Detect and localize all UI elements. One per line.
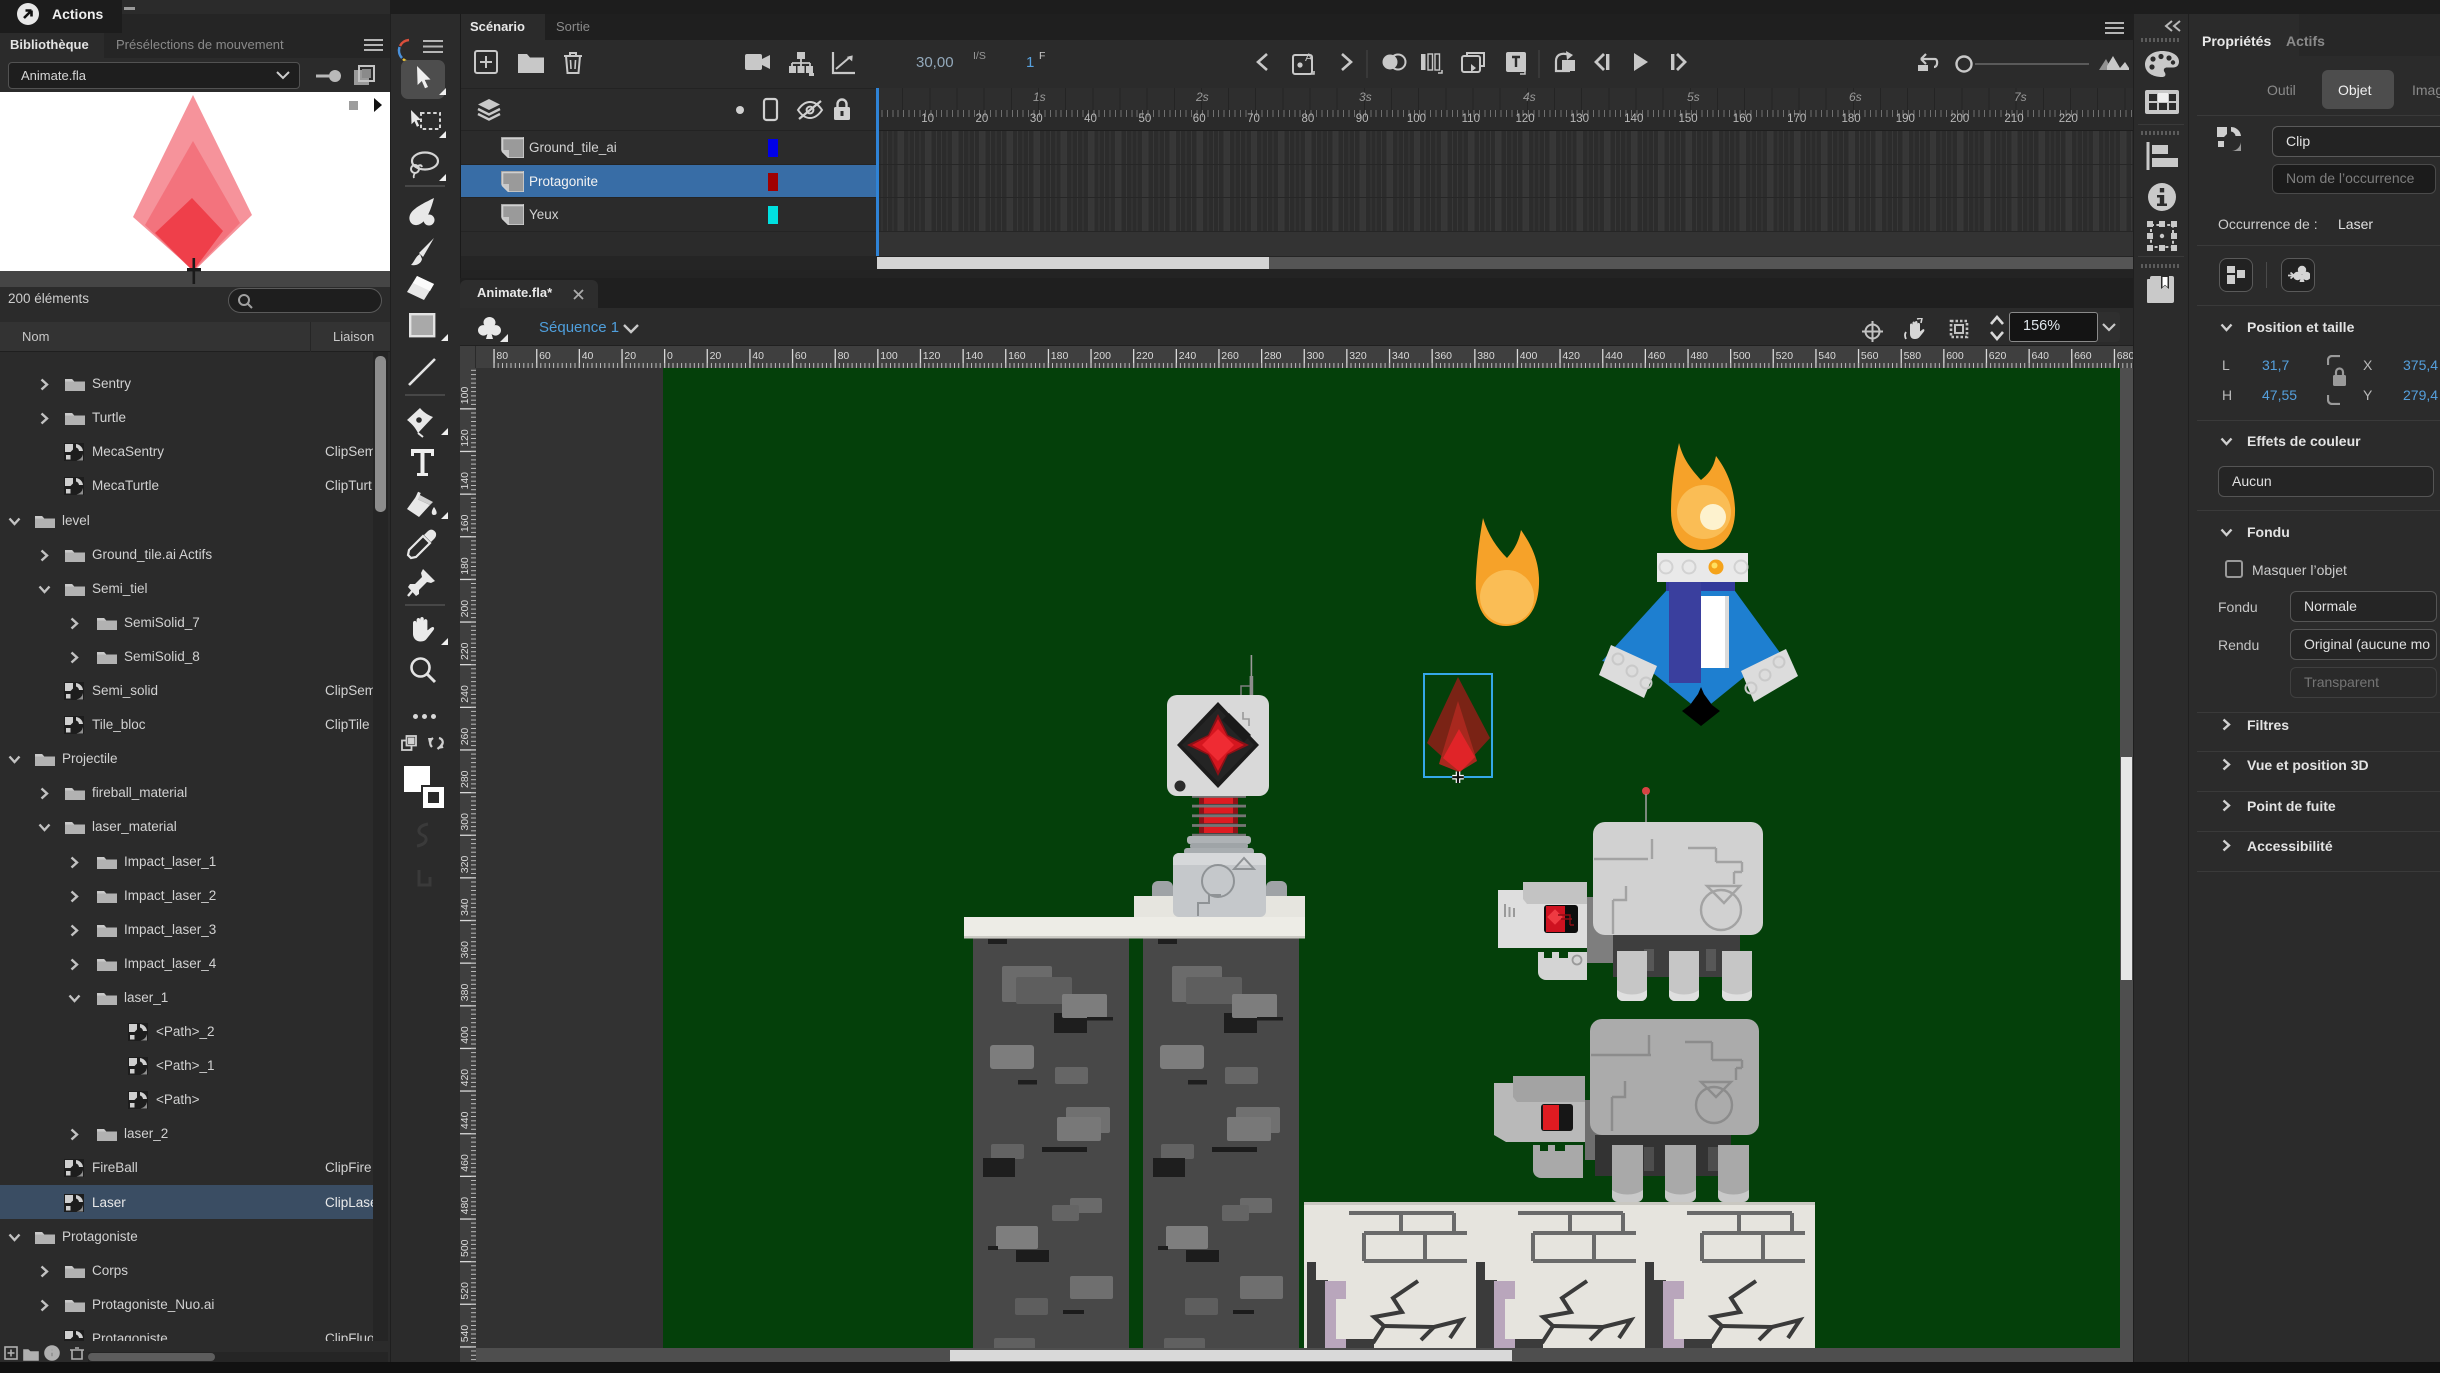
svg-text:480: 480	[1690, 350, 1708, 362]
svg-text:160: 160	[1008, 350, 1026, 362]
svg-text:280: 280	[460, 770, 471, 788]
svg-text:460: 460	[1648, 350, 1666, 362]
svg-text:300: 300	[460, 813, 471, 831]
svg-text:480: 480	[460, 1197, 471, 1215]
svg-text:640: 640	[2032, 350, 2050, 362]
svg-text:400: 400	[460, 1026, 471, 1044]
svg-text:140: 140	[966, 350, 984, 362]
svg-text:420: 420	[1562, 350, 1580, 362]
svg-text:40: 40	[582, 350, 594, 362]
svg-text:540: 540	[460, 1325, 471, 1343]
svg-text:220: 220	[460, 642, 471, 660]
svg-text:220: 220	[1136, 350, 1154, 362]
svg-text:120: 120	[923, 350, 941, 362]
svg-text:440: 440	[1605, 350, 1623, 362]
svg-text:100: 100	[460, 387, 471, 405]
svg-text:40: 40	[752, 350, 764, 362]
svg-text:600: 600	[1946, 350, 1964, 362]
svg-text:400: 400	[1520, 350, 1538, 362]
svg-text:20: 20	[624, 350, 636, 362]
svg-text:0: 0	[667, 350, 673, 362]
svg-text:160: 160	[460, 514, 471, 532]
svg-text:420: 420	[460, 1069, 471, 1087]
svg-text:460: 460	[460, 1154, 471, 1172]
svg-text:240: 240	[460, 685, 471, 703]
svg-text:660: 660	[2074, 350, 2092, 362]
svg-text:260: 260	[1221, 350, 1239, 362]
svg-text:540: 540	[1818, 350, 1836, 362]
svg-text:520: 520	[460, 1282, 471, 1300]
svg-text:500: 500	[460, 1239, 471, 1257]
svg-text:A: A	[1305, 52, 1313, 64]
svg-text:200: 200	[460, 600, 471, 618]
svg-text:60: 60	[795, 350, 807, 362]
svg-text:120: 120	[460, 429, 471, 447]
svg-text:340: 340	[1392, 350, 1410, 362]
svg-text:360: 360	[460, 941, 471, 959]
svg-text:340: 340	[460, 898, 471, 916]
svg-text:300: 300	[1307, 350, 1325, 362]
svg-text:620: 620	[1989, 350, 2007, 362]
svg-text:380: 380	[1477, 350, 1495, 362]
svg-text:80: 80	[496, 350, 508, 362]
svg-text:520: 520	[1776, 350, 1794, 362]
svg-text:180: 180	[460, 557, 471, 575]
svg-text:100: 100	[880, 350, 898, 362]
svg-text:60: 60	[539, 350, 551, 362]
svg-text:680: 680	[2117, 350, 2133, 362]
svg-text:560: 560	[1861, 350, 1879, 362]
svg-text:380: 380	[460, 984, 471, 1002]
svg-text:200: 200	[1093, 350, 1111, 362]
svg-text:180: 180	[1051, 350, 1069, 362]
svg-text:20: 20	[710, 350, 722, 362]
svg-text:580: 580	[1904, 350, 1922, 362]
svg-text:320: 320	[460, 856, 471, 874]
svg-text:500: 500	[1733, 350, 1751, 362]
svg-text:360: 360	[1435, 350, 1453, 362]
svg-text:80: 80	[838, 350, 850, 362]
svg-text:320: 320	[1349, 350, 1367, 362]
svg-text:240: 240	[1179, 350, 1197, 362]
svg-text:440: 440	[460, 1111, 471, 1129]
svg-text:260: 260	[460, 728, 471, 746]
svg-text:140: 140	[460, 472, 471, 490]
svg-text:280: 280	[1264, 350, 1282, 362]
